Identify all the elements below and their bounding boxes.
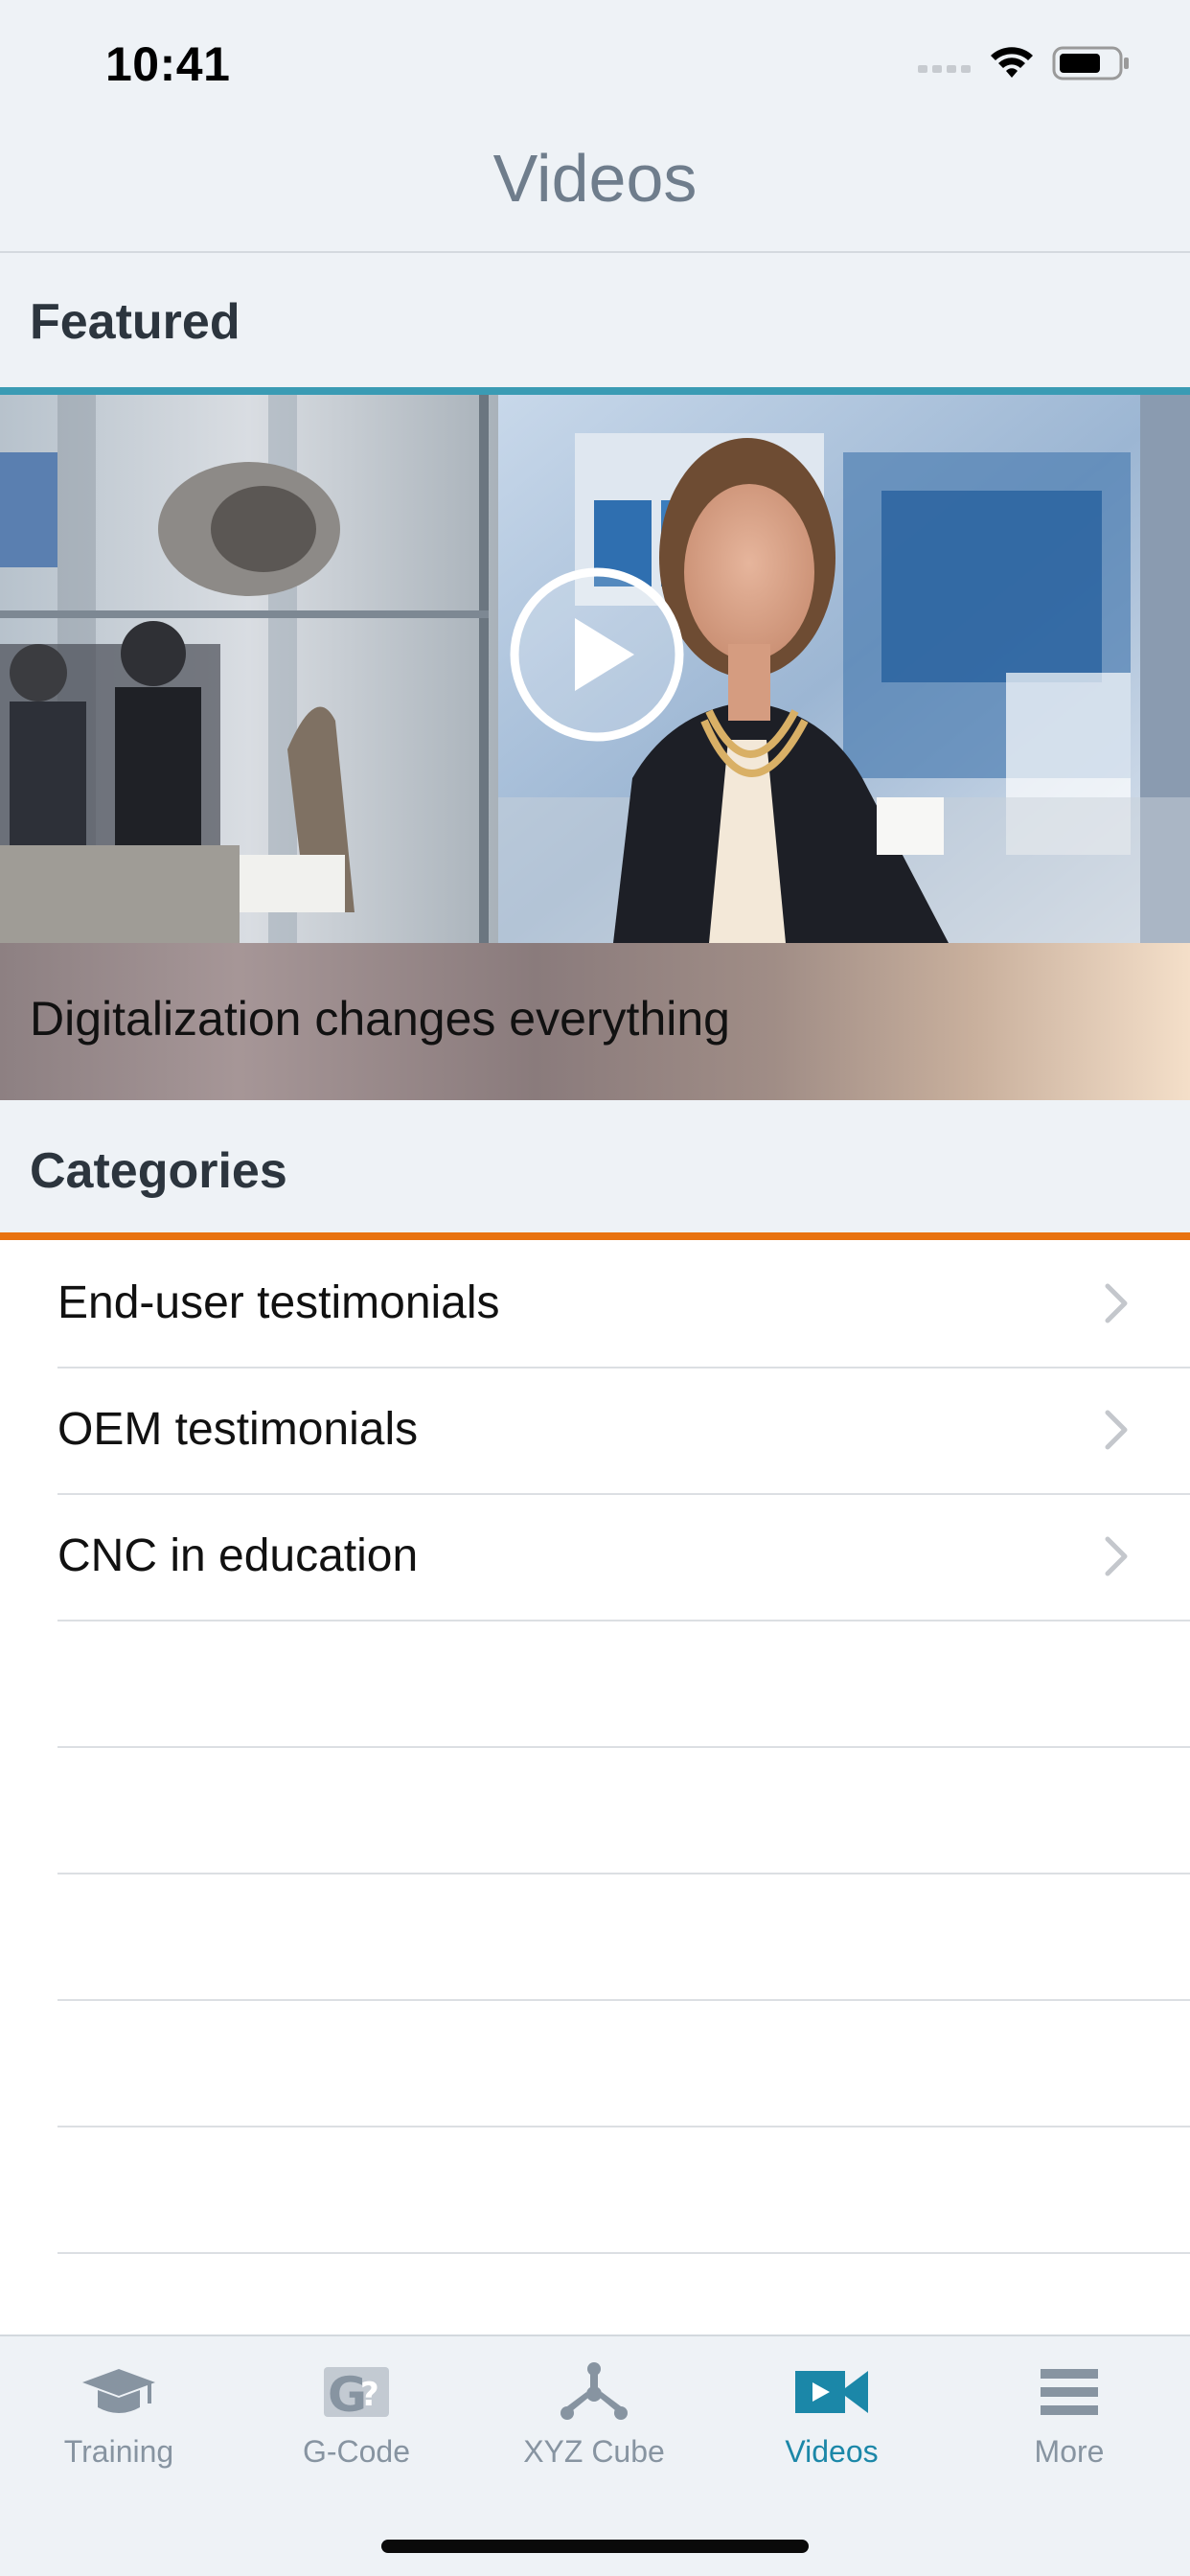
tab-more[interactable]: More bbox=[950, 2336, 1188, 2497]
featured-accent-divider bbox=[0, 387, 1190, 395]
empty-row-separator bbox=[57, 2126, 1190, 2128]
category-label: End-user testimonials bbox=[57, 1277, 500, 1328]
home-indicator[interactable] bbox=[381, 2540, 809, 2553]
status-bar: 10:41 bbox=[0, 0, 1190, 126]
signal-icon bbox=[918, 65, 971, 73]
tab-label: XYZ Cube bbox=[523, 2434, 665, 2469]
empty-row-separator bbox=[57, 1999, 1190, 2001]
video-camera-icon bbox=[795, 2371, 868, 2413]
category-label: CNC in education bbox=[57, 1530, 419, 1581]
empty-row-separator bbox=[57, 1873, 1190, 1874]
empty-row-separator bbox=[57, 2252, 1190, 2254]
row-separator bbox=[57, 1620, 1190, 1622]
categories-list: End-user testimonials OEM testimonials C… bbox=[0, 1240, 1190, 2334]
chevron-right-icon bbox=[1105, 1410, 1128, 1450]
battery-icon bbox=[1052, 46, 1129, 80]
featured-video-title: Digitalization changes everything bbox=[30, 992, 730, 1046]
tab-videos[interactable]: Videos bbox=[713, 2336, 950, 2497]
page-title: Videos bbox=[492, 141, 698, 216]
tab-xyz-cube[interactable]: XYZ Cube bbox=[475, 2336, 713, 2497]
tab-label: G-Code bbox=[302, 2434, 411, 2469]
play-icon[interactable] bbox=[508, 565, 686, 744]
tab-g-code[interactable]: G ? G-Code bbox=[238, 2336, 475, 2497]
chevron-right-icon bbox=[1105, 1536, 1128, 1576]
tab-label: More bbox=[1034, 2434, 1105, 2469]
xyz-cube-icon bbox=[561, 2362, 628, 2420]
tab-label: Training bbox=[63, 2434, 174, 2469]
graduation-cap-icon bbox=[82, 2369, 155, 2413]
featured-section-header: Featured bbox=[30, 294, 240, 350]
tab-label: Videos bbox=[785, 2434, 879, 2469]
menu-icon bbox=[1041, 2369, 1098, 2415]
categories-section-header: Categories bbox=[30, 1143, 287, 1199]
empty-row-separator bbox=[57, 1746, 1190, 1748]
tab-training[interactable]: Training bbox=[0, 2336, 238, 2497]
category-row-end-user-testimonials[interactable]: End-user testimonials bbox=[0, 1240, 1190, 1367]
chevron-right-icon bbox=[1105, 1283, 1128, 1323]
featured-video-thumbnail[interactable] bbox=[0, 395, 1190, 943]
featured-video-caption-bar[interactable]: Digitalization changes everything bbox=[0, 943, 1190, 1100]
gcode-icon: G ? bbox=[324, 2367, 389, 2423]
navigation-bar: Videos bbox=[0, 126, 1190, 253]
svg-text:?: ? bbox=[360, 2376, 379, 2414]
categories-accent-divider bbox=[0, 1232, 1190, 1240]
wifi-icon bbox=[991, 47, 1033, 78]
category-label: OEM testimonials bbox=[57, 1404, 419, 1455]
category-row-oem-testimonials[interactable]: OEM testimonials bbox=[0, 1367, 1190, 1493]
category-row-cnc-in-education[interactable]: CNC in education bbox=[0, 1493, 1190, 1620]
status-time: 10:41 bbox=[105, 37, 231, 91]
